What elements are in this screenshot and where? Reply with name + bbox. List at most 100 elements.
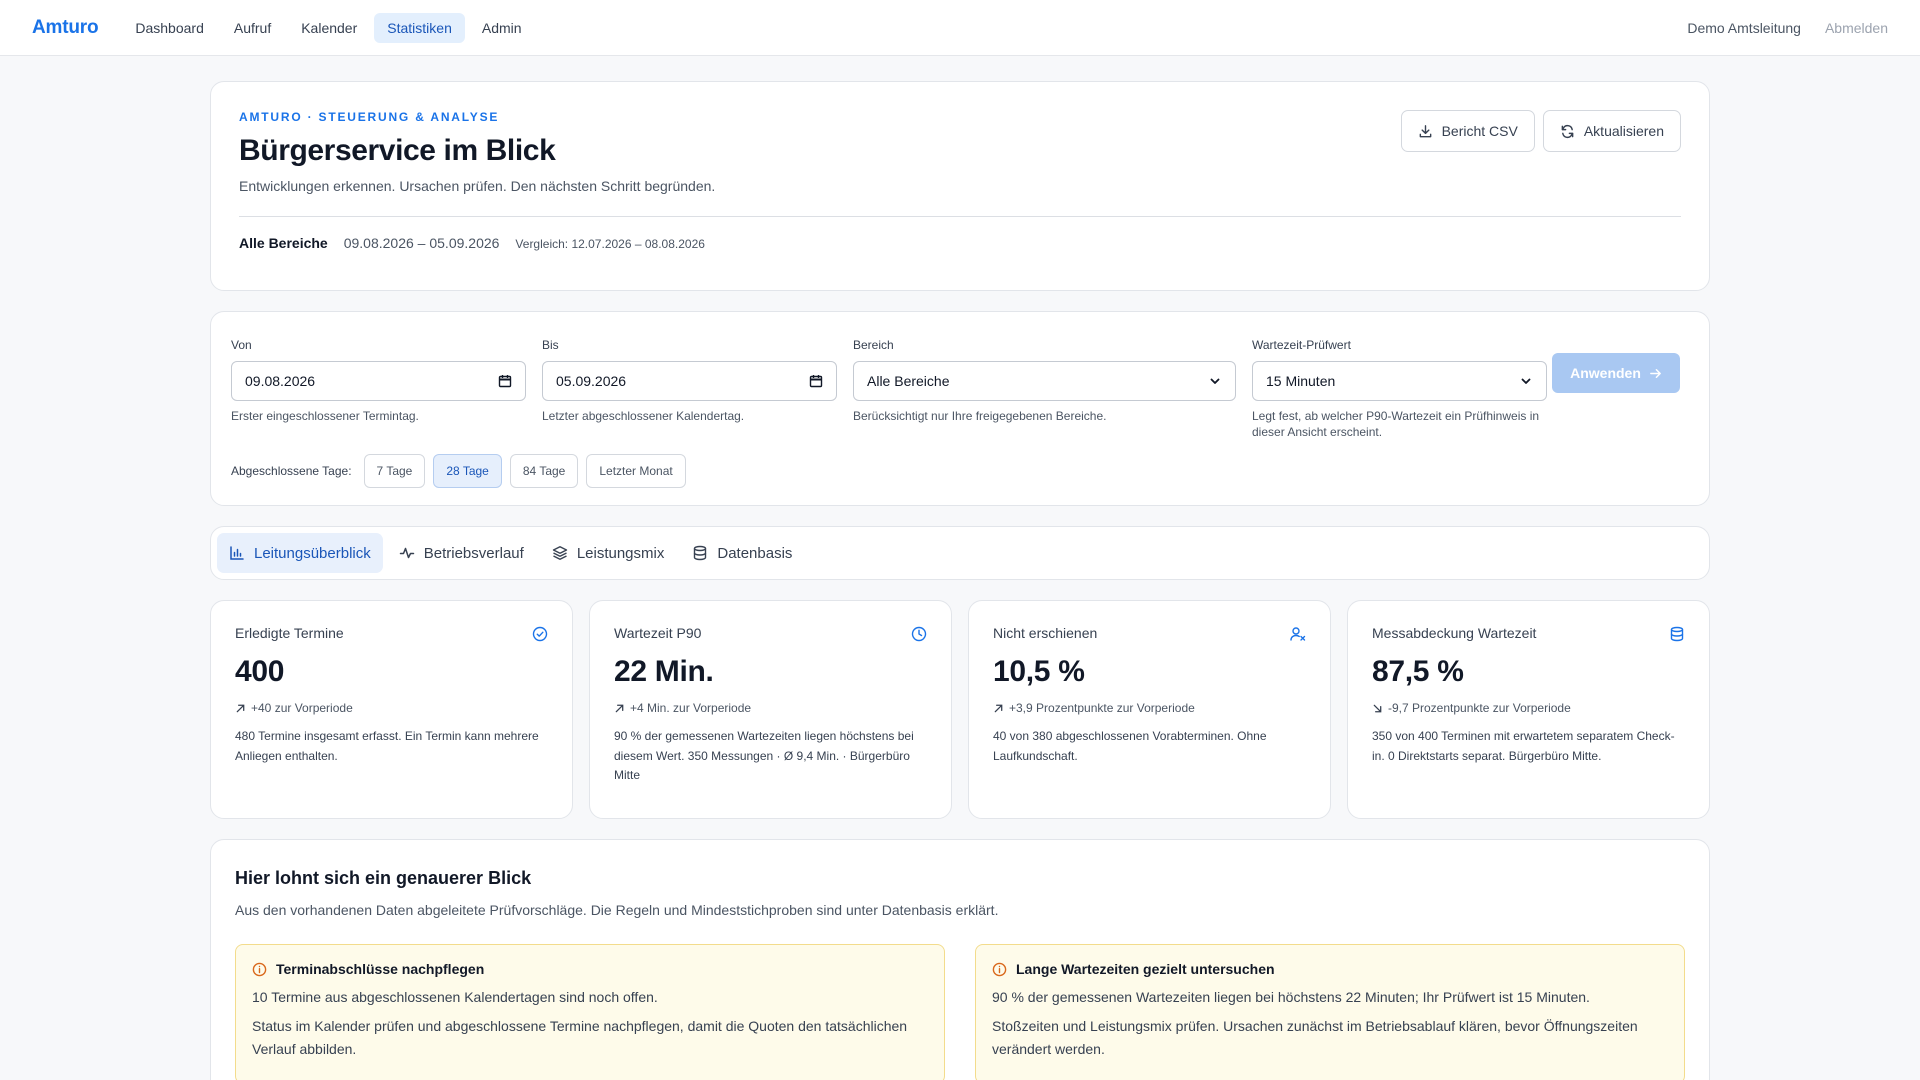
arrow-up-right-icon (994, 704, 1003, 712)
insights-subtitle: Aus den vorhandenen Daten abgeleitete Pr… (235, 902, 999, 918)
kpi-trend: -9,7 Prozentpunkte zur Vorperiode (1372, 701, 1685, 715)
tab-leistungsmix[interactable]: Leistungsmix (540, 533, 677, 573)
kpi-trend: +40 zur Vorperiode (235, 701, 548, 715)
kpi-value: 10,5 % (993, 655, 1085, 688)
main-content: AMTURO · STEUERUNG & ANALYSE Bürgerservi… (210, 81, 1710, 1080)
kpi-trend: +4 Min. zur Vorperiode (614, 701, 927, 715)
kpi-title: Nicht erschienen (993, 625, 1098, 641)
kpi-title: Erledigte Termine (235, 625, 344, 641)
quick-range-7-tage[interactable]: 7 Tage (363, 454, 426, 488)
calendar-icon[interactable] (809, 374, 823, 388)
brand-logo[interactable]: Amturo (32, 17, 99, 39)
bis-value: 05.09.2026 (556, 373, 627, 389)
kpi-card-erledigte-termine: Erledigte Termine 400 +40 zur Vorperiode… (210, 600, 573, 819)
kpi-trend-text: +3,9 Prozentpunkte zur Vorperiode (1009, 701, 1195, 715)
von-label: Von (231, 338, 252, 352)
divider (239, 216, 1681, 217)
insight-text: 10 Termine aus abgeschlossenen Kalendert… (252, 989, 658, 1005)
insight-card-wartezeiten: Lange Wartezeiten gezielt untersuchen 90… (975, 944, 1685, 1080)
quick-range-row: Abgeschlossene Tage: 7 Tage 28 Tage 84 T… (231, 454, 1689, 488)
database-icon (694, 545, 707, 561)
insights-card: Hier lohnt sich ein genauerer Blick Aus … (210, 839, 1710, 1080)
export-csv-label: Bericht CSV (1441, 123, 1518, 139)
field-bis: Bis 05.09.2026 Letzter abgeschlossener K… (542, 338, 837, 440)
insight-recommendation: Status im Kalender prüfen und abgeschlos… (252, 1018, 908, 1057)
von-date-input[interactable]: 09.08.2026 (231, 361, 526, 401)
refresh-icon (1561, 124, 1574, 138)
activity-icon (399, 547, 414, 559)
tab-betriebsverlauf[interactable]: Betriebsverlauf (387, 533, 536, 573)
bis-hint: Letzter abgeschlossener Kalendertag. (542, 409, 745, 423)
field-von: Von 09.08.2026 Erster eingeschlossener T… (231, 338, 526, 440)
kpi-value: 87,5 % (1372, 655, 1464, 688)
refresh-label: Aktualisieren (1583, 123, 1664, 139)
tab-leitungsueberblick[interactable]: Leitungsüberblick (217, 533, 383, 573)
insight-card-terminabschluesse: Terminabschlüsse nachpflegen 10 Termine … (235, 944, 945, 1080)
nav-link-admin[interactable]: Admin (469, 13, 535, 43)
chevron-down-icon (1521, 378, 1531, 384)
filter-card: Von 09.08.2026 Erster eingeschlossener T… (210, 311, 1710, 506)
kpi-value: 22 Min. (614, 655, 714, 688)
pruefwert-select[interactable]: 15 Minuten (1252, 361, 1547, 401)
info-icon (252, 962, 267, 976)
kpi-description: 350 von 400 Terminen mit erwartetem sepa… (1372, 729, 1675, 763)
info-icon (992, 962, 1007, 976)
kpi-card-nicht-erschienen: Nicht erschienen 10,5 % +3,9 Prozentpunk… (968, 600, 1331, 819)
bereich-select[interactable]: Alle Bereiche (853, 361, 1236, 401)
bis-date-input[interactable]: 05.09.2026 (542, 361, 837, 401)
selected-range: 09.08.2026 – 05.09.2026 (343, 235, 500, 251)
nav-link-aufruf[interactable]: Aufruf (221, 13, 284, 43)
selected-area: Alle Bereiche (239, 235, 328, 251)
tab-datenbasis[interactable]: Datenbasis (680, 533, 804, 573)
nav-link-statistiken[interactable]: Statistiken (374, 12, 465, 43)
quick-range-letzter-monat[interactable]: Letzter Monat (586, 454, 686, 488)
kpi-title: Wartezeit P90 (614, 625, 702, 641)
arrow-down-right-icon (1373, 704, 1382, 712)
header-actions: Bericht CSV Aktualisieren (1400, 110, 1681, 152)
user-x-icon (1290, 627, 1306, 641)
refresh-button[interactable]: Aktualisieren (1542, 110, 1681, 152)
von-hint: Erster eingeschlossener Termintag. (231, 409, 419, 423)
insight-recommendation: Stoßzeiten und Leistungsmix prüfen. Ursa… (992, 1018, 1638, 1057)
tab-label: Leistungsmix (576, 544, 665, 562)
apply-button[interactable]: Anwenden (1552, 353, 1680, 393)
database-icon (1670, 626, 1684, 642)
kpi-description: 90 % der gemessenen Wartezeiten liegen h… (614, 729, 914, 782)
logout-link[interactable]: Abmelden (1825, 20, 1888, 36)
bis-label: Bis (542, 338, 559, 352)
filter-row: Von 09.08.2026 Erster eingeschlossener T… (231, 338, 1689, 440)
kpi-trend-text: +4 Min. zur Vorperiode (630, 701, 752, 715)
pruefwert-label: Wartezeit-Prüfwert (1252, 338, 1351, 352)
kpi-trend-text: +40 zur Vorperiode (251, 701, 353, 715)
quick-range-label: Abgeschlossene Tage: (231, 464, 352, 478)
tab-label: Betriebsverlauf (423, 544, 524, 562)
von-value: 09.08.2026 (245, 373, 316, 389)
kpi-trend-text: -9,7 Prozentpunkte zur Vorperiode (1388, 701, 1571, 715)
kpi-card-wartezeit-p90: Wartezeit P90 22 Min. +4 Min. zur Vorper… (589, 600, 952, 819)
layers-icon (552, 546, 568, 560)
apply-label: Anwenden (1570, 365, 1641, 381)
quick-range-84-tage[interactable]: 84 Tage (509, 454, 579, 488)
download-icon (1419, 124, 1431, 137)
field-bereich: Bereich Alle Bereiche Berücksichtigt nur… (853, 338, 1236, 440)
pruefwert-hint: Legt fest, ab welcher P90-Wartezeit ein … (1252, 409, 1540, 439)
nav-link-kalender[interactable]: Kalender (288, 13, 370, 43)
period-summary: Alle Bereiche 09.08.2026 – 05.09.2026 Ve… (239, 235, 1681, 251)
field-pruefwert: Wartezeit-Prüfwert 15 Minuten Legt fest,… (1252, 338, 1547, 440)
arrow-right-icon (1650, 368, 1661, 378)
check-circle-icon (532, 626, 548, 642)
kpi-value: 400 (235, 655, 285, 688)
bar-chart-icon (230, 546, 244, 560)
pruefwert-value: 15 Minuten (1266, 373, 1336, 389)
export-csv-button[interactable]: Bericht CSV (1400, 110, 1535, 152)
calendar-icon[interactable] (498, 374, 512, 388)
quick-range-28-tage[interactable]: 28 Tage (433, 454, 502, 488)
main-nav: Dashboard Aufruf Kalender Statistiken Ad… (122, 12, 535, 43)
nav-link-dashboard[interactable]: Dashboard (122, 13, 217, 43)
nav-user-area: Demo Amtsleitung Abmelden (1687, 20, 1888, 36)
tab-label: Leitungsüberblick (254, 544, 371, 562)
user-name[interactable]: Demo Amtsleitung (1687, 20, 1801, 36)
insight-text: 90 % der gemessenen Wartezeiten liegen b… (992, 989, 1590, 1005)
arrow-up-right-icon (236, 704, 245, 712)
tab-label: Datenbasis (717, 544, 793, 562)
